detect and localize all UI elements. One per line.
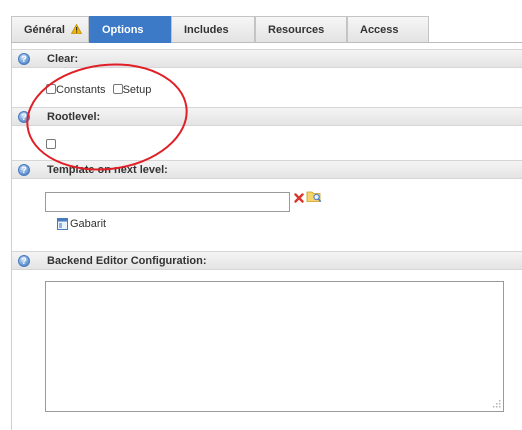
tab-bar: Général Options Includes Resources Acces… (11, 16, 522, 43)
tab-access-label: Access (360, 24, 399, 36)
folder-search-icon[interactable] (306, 189, 322, 203)
section-header-clear: ? Clear: (12, 49, 522, 68)
tab-resources[interactable]: Resources (255, 16, 347, 42)
tab-access[interactable]: Access (347, 16, 429, 42)
checkbox-constants[interactable] (46, 84, 56, 94)
section-title-clear: Clear: (47, 53, 79, 65)
checkbox-setup-label: Setup (122, 84, 152, 96)
rootlevel-row (46, 139, 56, 151)
help-icon[interactable]: ? (18, 255, 30, 267)
resize-grip-icon[interactable] (492, 399, 502, 409)
checkbox-setup[interactable] (112, 84, 123, 94)
help-icon[interactable]: ? (18, 164, 30, 176)
page-template-icon (57, 218, 68, 230)
checkbox-constants-label: Constants (56, 84, 106, 96)
checkbox-rootlevel[interactable] (46, 139, 56, 149)
template-item-label[interactable]: Gabarit (70, 218, 106, 230)
tab-resources-label: Resources (268, 24, 325, 36)
help-icon[interactable]: ? (18, 53, 30, 65)
section-title-template: Template on next level: (47, 164, 168, 176)
options-panel: ? Clear: Constants Setup ? Rootlevel: ? … (11, 43, 522, 430)
clear-options-row: Constants Setup (46, 84, 151, 96)
tab-general[interactable]: Général (11, 16, 89, 42)
help-icon[interactable]: ? (18, 111, 30, 123)
backend-editor-config-textarea[interactable] (45, 281, 504, 412)
delete-icon[interactable] (294, 193, 304, 203)
section-header-backend-editor: ? Backend Editor Configuration: (12, 251, 522, 270)
tab-general-label: Général (24, 24, 65, 36)
tab-includes-label: Includes (184, 24, 229, 36)
tab-options-label: Options (102, 24, 144, 36)
warning-icon (71, 24, 83, 34)
section-title-rootlevel: Rootlevel: (47, 111, 101, 123)
tab-includes[interactable]: Includes (171, 16, 255, 42)
section-header-template: ? Template on next level: (12, 160, 522, 179)
tab-options[interactable]: Options (89, 16, 171, 43)
section-header-rootlevel: ? Rootlevel: (12, 107, 522, 126)
template-input[interactable] (45, 192, 290, 212)
section-title-backend-editor: Backend Editor Configuration: (47, 255, 207, 267)
